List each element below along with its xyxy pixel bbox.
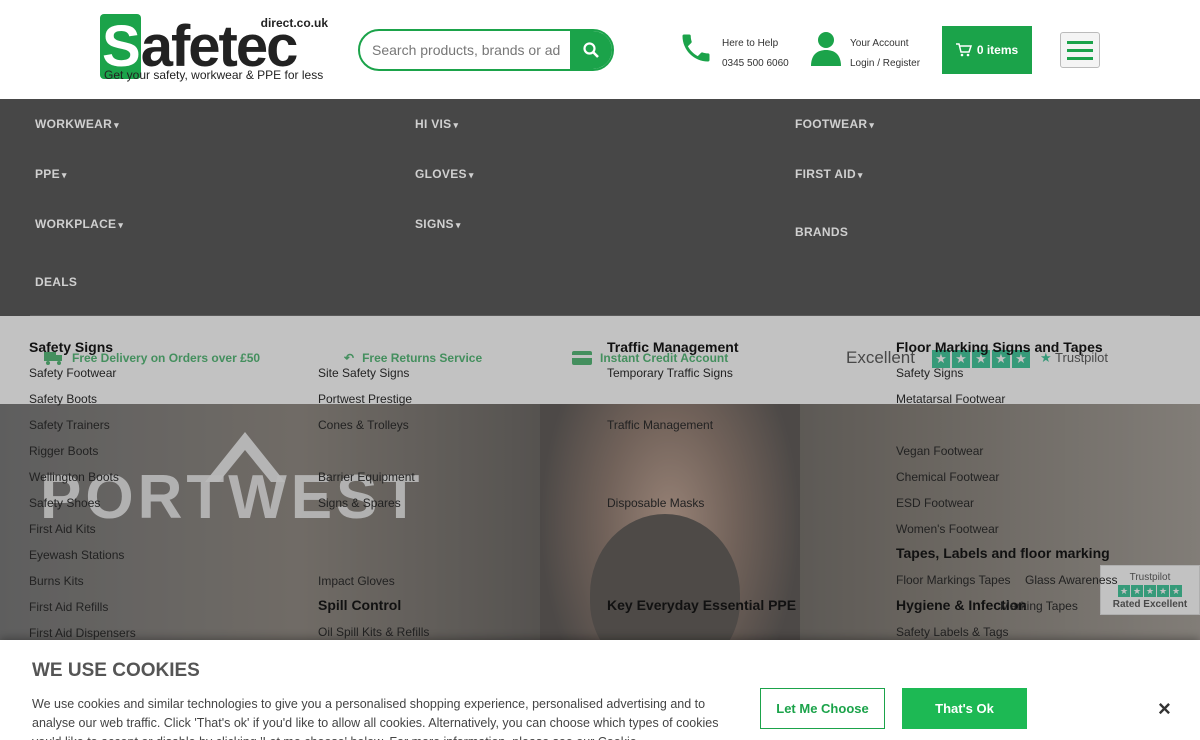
nav-item-gloves[interactable]: GLOVES ▾ xyxy=(415,167,474,181)
site-header: Safetec direct.co.uk Get your safety, wo… xyxy=(0,0,1200,99)
hamburger-bar xyxy=(1067,56,1093,60)
dropdown-link[interactable]: Vegan Footwear xyxy=(896,444,983,458)
close-icon[interactable]: × xyxy=(1158,696,1171,722)
dropdown-link[interactable]: Safety Labels & Tags xyxy=(896,625,1009,639)
nav-item-label: PPE xyxy=(35,167,60,181)
nav-item-label: BRANDS xyxy=(795,225,849,239)
caret-down-icon: ▾ xyxy=(114,120,119,130)
dropdown-heading[interactable]: Key Everyday Essential PPE xyxy=(607,597,796,613)
caret-down-icon: ▾ xyxy=(468,170,474,180)
nav-item-label: WORKWEAR xyxy=(35,117,113,131)
nav-item-label: GLOVES xyxy=(415,167,467,181)
dropdown-link[interactable]: Safety Footwear xyxy=(29,366,116,380)
dropdown-heading[interactable]: Safety Signs xyxy=(29,339,113,355)
dropdown-link[interactable]: Temporary Traffic Signs xyxy=(607,366,733,380)
dropdown-link[interactable]: Safety Shoes xyxy=(29,496,100,510)
nav-divider xyxy=(30,315,1170,316)
nav-item-brands[interactable]: BRANDS xyxy=(795,225,848,239)
dropdown-link[interactable]: Burns Kits xyxy=(29,574,84,588)
main-nav xyxy=(0,99,1200,316)
caret-down-icon: ▾ xyxy=(869,120,875,130)
logo-tagline: Get your safety, workwear & PPE for less xyxy=(104,68,324,82)
nav-item-label: WORKPLACE xyxy=(35,217,117,231)
nav-item-label: FIRST AID xyxy=(795,167,856,181)
account-link[interactable]: Your Account Login / Register xyxy=(810,30,920,71)
cookie-title: WE USE COOKIES xyxy=(32,660,200,681)
search-icon xyxy=(583,42,599,58)
login-register-link[interactable]: Login / Register xyxy=(850,54,920,74)
nav-item-signs[interactable]: SIGNS ▾ xyxy=(415,217,461,231)
hamburger-bar xyxy=(1067,48,1093,52)
nav-item-workwear[interactable]: WORKWEAR ▾ xyxy=(35,117,119,131)
dropdown-link[interactable]: Marking Tapes xyxy=(1000,599,1078,613)
dropdown-link[interactable]: Glass Awareness xyxy=(1025,573,1118,587)
user-icon xyxy=(811,32,841,66)
dropdown-link[interactable]: Metatarsal Footwear xyxy=(896,392,1005,406)
caret-down-icon: ▾ xyxy=(455,220,461,230)
hamburger-menu-button[interactable] xyxy=(1060,32,1100,68)
dropdown-link[interactable]: Safety Signs xyxy=(896,366,963,380)
dropdown-heading[interactable]: Traffic Management xyxy=(607,339,738,355)
site-logo[interactable]: Safetec direct.co.uk Get your safety, wo… xyxy=(100,14,330,84)
nav-item-label: DEALS xyxy=(35,275,78,289)
dropdown-link[interactable]: Chemical Footwear xyxy=(896,470,999,484)
cookie-banner: WE USE COOKIES We use cookies and simila… xyxy=(0,640,1200,740)
nav-item-label: FOOTWEAR xyxy=(795,117,868,131)
dropdown-heading[interactable]: Floor Marking Signs and Tapes xyxy=(896,339,1103,355)
cart-icon xyxy=(955,43,972,57)
dropdown-link[interactable]: First Aid Kits xyxy=(29,522,96,536)
dropdown-link[interactable]: First Aid Refills xyxy=(29,600,108,614)
dropdown-link[interactable]: First Aid Dispensers xyxy=(29,626,136,640)
dropdown-link[interactable]: Wellington Boots xyxy=(29,470,119,484)
dropdown-link[interactable]: Eyewash Stations xyxy=(29,548,124,562)
dropdown-link[interactable]: Women's Footwear xyxy=(896,522,999,536)
dropdown-link[interactable]: Portwest Prestige xyxy=(318,392,412,406)
cart-count: 0 items xyxy=(976,43,1019,57)
dropdown-link[interactable]: Signs & Spares xyxy=(318,496,401,510)
help-label: Here to Help xyxy=(722,38,779,49)
nav-item-label: SIGNS xyxy=(415,217,454,231)
dropdown-link[interactable]: Safety Boots xyxy=(29,392,97,406)
nav-item-footwear[interactable]: FOOTWEAR ▾ xyxy=(795,117,874,131)
caret-down-icon: ▾ xyxy=(61,170,67,180)
help-phone[interactable]: 0345 500 6060 xyxy=(722,54,789,74)
dropdown-link[interactable]: Barrier Equipment xyxy=(318,470,415,484)
help-contact[interactable]: Here to Help 0345 500 6060 xyxy=(678,30,789,71)
dropdown-link[interactable]: Rigger Boots xyxy=(29,444,98,458)
dropdown-link[interactable]: Safety Trainers xyxy=(29,418,110,432)
dropdown-link[interactable]: Floor Markings Tapes xyxy=(896,573,1011,587)
dropdown-link[interactable]: Oil Spill Kits & Refills xyxy=(318,625,429,639)
accept-cookies-button[interactable]: That's Ok xyxy=(902,688,1027,729)
caret-down-icon: ▾ xyxy=(118,220,124,230)
caret-down-icon: ▾ xyxy=(857,170,863,180)
let-me-choose-button[interactable]: Let Me Choose xyxy=(760,688,885,729)
cart-button[interactable]: 0 items xyxy=(942,26,1032,74)
search-box xyxy=(358,29,614,71)
nav-item-hi-vis[interactable]: HI VIS ▾ xyxy=(415,117,458,131)
caret-down-icon: ▾ xyxy=(453,120,459,130)
account-text: Your Account Login / Register xyxy=(850,34,920,74)
nav-item-deals[interactable]: DEALS xyxy=(35,275,77,289)
hamburger-bar xyxy=(1067,40,1093,44)
search-input[interactable] xyxy=(372,31,567,69)
dropdown-heading[interactable]: Spill Control xyxy=(318,597,401,613)
nav-item-workplace[interactable]: WORKPLACE ▾ xyxy=(35,217,123,231)
account-label: Your Account xyxy=(850,38,909,49)
help-text: Here to Help 0345 500 6060 xyxy=(722,34,789,74)
logo-domain: direct.co.uk xyxy=(260,16,328,30)
dropdown-link[interactable]: Cones & Trolleys xyxy=(318,418,409,432)
dropdown-link[interactable]: Traffic Management xyxy=(607,418,713,432)
nav-item-first-aid[interactable]: FIRST AID ▾ xyxy=(795,167,863,181)
dropdown-link[interactable]: Disposable Masks xyxy=(607,496,704,510)
dropdown-link[interactable]: ESD Footwear xyxy=(896,496,974,510)
nav-item-label: HI VIS xyxy=(415,117,452,131)
dropdown-link[interactable]: Site Safety Signs xyxy=(318,366,409,380)
dropdown-link[interactable]: Impact Gloves xyxy=(318,574,395,588)
nav-item-ppe[interactable]: PPE ▾ xyxy=(35,167,67,181)
search-button[interactable] xyxy=(570,31,612,69)
cookie-text: We use cookies and similar technologies … xyxy=(32,697,719,740)
dropdown-heading[interactable]: Tapes, Labels and floor marking xyxy=(896,545,1110,561)
phone-icon xyxy=(682,34,710,62)
